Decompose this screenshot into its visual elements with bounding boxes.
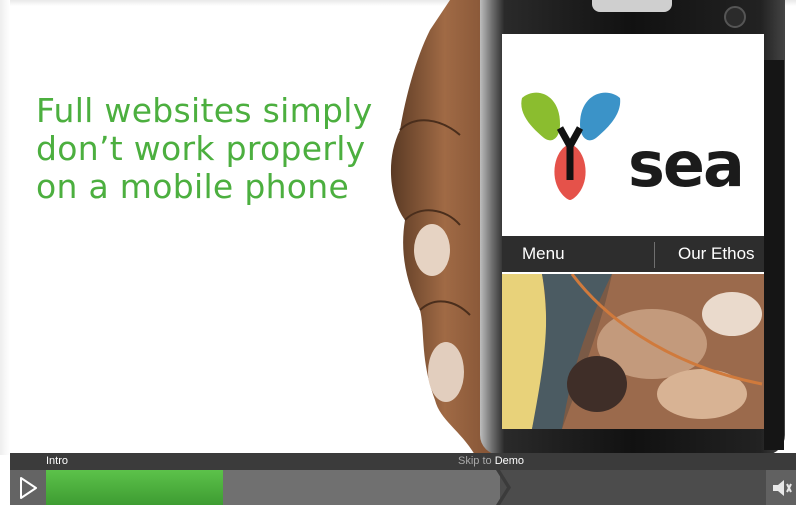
chapter-label-intro[interactable]: Intro xyxy=(46,454,68,468)
nav-item-our-ethos[interactable]: Our Ethos xyxy=(678,244,755,264)
volume-icon xyxy=(773,480,792,496)
chapter-divider-icon xyxy=(496,470,511,505)
phone-screen: sea Menu Our Ethos xyxy=(502,34,764,429)
skip-to-target: Demo xyxy=(494,455,525,467)
chapter-segment-demo[interactable] xyxy=(500,470,766,505)
site-header: sea xyxy=(502,34,764,234)
site-nav: Menu Our Ethos xyxy=(502,236,764,272)
headline-line-3: on a mobile phone xyxy=(36,167,350,206)
nav-divider xyxy=(654,242,655,268)
nav-item-menu[interactable]: Menu xyxy=(522,244,565,264)
phone-camera-icon xyxy=(724,6,746,28)
skip-to-demo-link[interactable]: Skip to Demo xyxy=(458,454,524,468)
play-icon xyxy=(20,477,37,499)
slide-headline: Full websites simply don’t work properly… xyxy=(36,92,416,206)
site-brand-name: sea xyxy=(628,128,745,201)
play-button[interactable] xyxy=(10,470,46,505)
sea-logo-icon xyxy=(521,92,621,200)
headline-line-1: Full websites simply xyxy=(36,91,373,130)
volume-button[interactable] xyxy=(766,470,796,505)
chapter-labels: Intro Skip to Demo xyxy=(10,453,796,470)
food-photo xyxy=(502,274,764,429)
skip-to-prefix: Skip to xyxy=(458,455,492,467)
video-frame: Full websites simply don’t work properly… xyxy=(0,0,796,505)
headline-line-2: don’t work properly xyxy=(36,129,366,168)
phone-edge xyxy=(764,60,784,450)
progress-fill xyxy=(46,470,223,505)
phone-speaker xyxy=(592,0,672,12)
frame-shadow-left xyxy=(0,0,10,455)
